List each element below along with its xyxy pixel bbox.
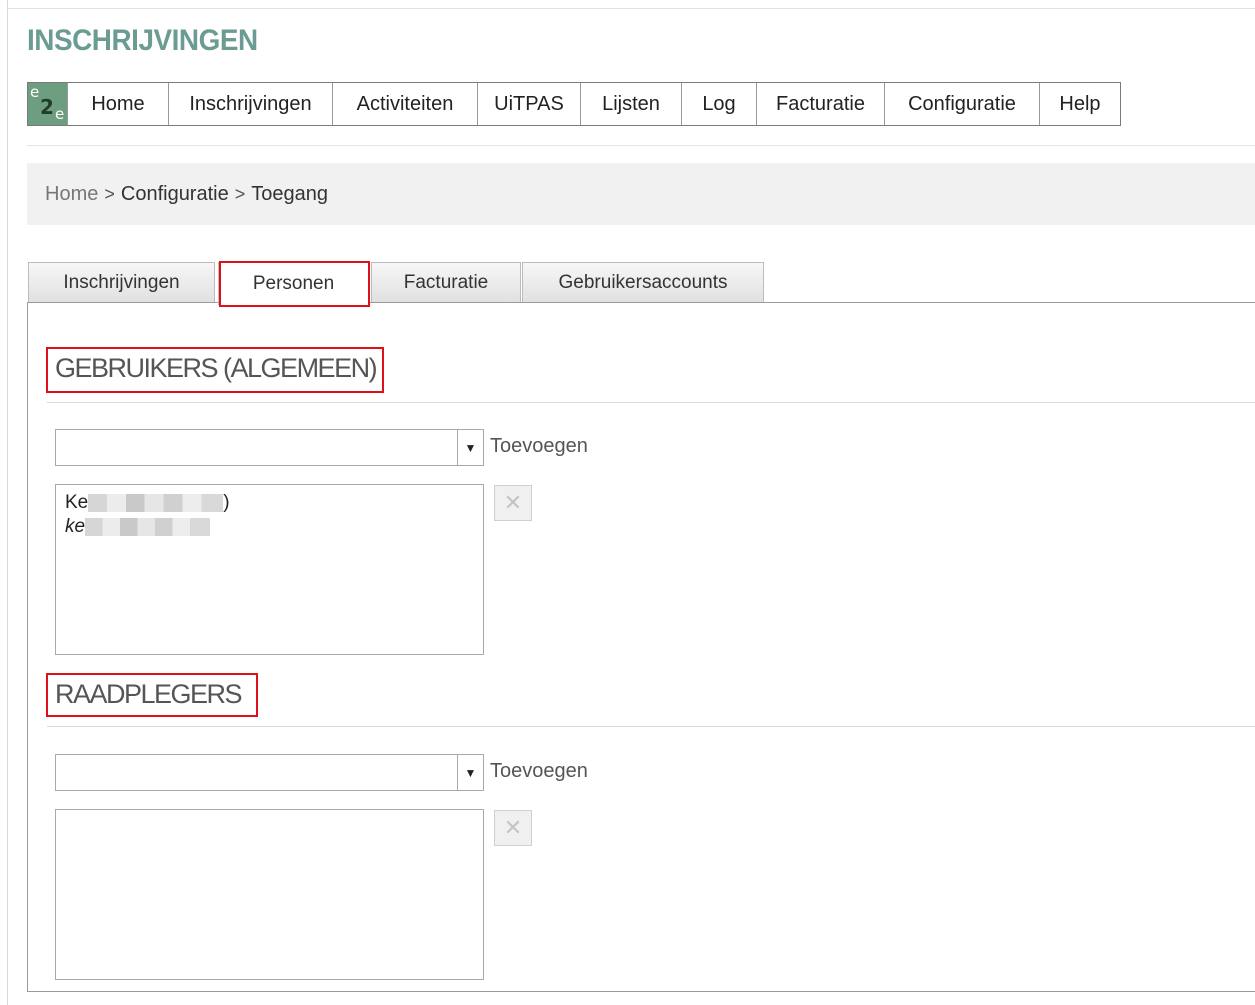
tab-gebruikersaccounts[interactable]: Gebruikersaccounts bbox=[522, 262, 764, 303]
user-name-start: Ke bbox=[65, 492, 89, 513]
page-frame-left bbox=[7, 0, 8, 1005]
menu-item-lijsten[interactable]: Lijsten bbox=[581, 83, 682, 125]
section-divider bbox=[47, 402, 1255, 403]
menu-item-facturatie[interactable]: Facturatie bbox=[757, 83, 885, 125]
dropdown-arrow[interactable]: ▼ bbox=[457, 755, 483, 790]
menu-item-help[interactable]: Help bbox=[1040, 83, 1120, 125]
tab-inschrijvingen[interactable]: Inschrijvingen bbox=[28, 262, 215, 303]
header-divider bbox=[27, 145, 1255, 146]
menu-item-inschrijvingen[interactable]: Inschrijvingen bbox=[169, 83, 333, 125]
section-divider bbox=[47, 726, 1255, 727]
breadcrumb-separator: > bbox=[234, 183, 246, 204]
user-name-end: ) bbox=[223, 492, 230, 513]
raadplegers-select[interactable]: ▼ bbox=[55, 754, 484, 791]
redacted-user-name bbox=[88, 493, 224, 512]
tab-facturatie[interactable]: Facturatie bbox=[371, 262, 521, 303]
highlight-raadplegers-title bbox=[46, 673, 258, 717]
caret-down-icon: ▼ bbox=[464, 440, 477, 455]
logo-letter-1: e bbox=[30, 83, 40, 101]
logo-letter-3: e bbox=[55, 105, 65, 123]
e2e-logo[interactable]: e 2 e bbox=[28, 83, 68, 125]
breadcrumb: Home > Configuratie > Toegang bbox=[27, 163, 1255, 225]
main-menu: e 2 e Home Inschrijvingen Activiteiten U… bbox=[27, 82, 1121, 126]
gebruikers-select[interactable]: ▼ bbox=[55, 429, 484, 466]
caret-down-icon: ▼ bbox=[464, 765, 477, 780]
raadplegers-delete-button[interactable]: ✕ bbox=[494, 810, 532, 846]
redacted-user-email bbox=[85, 517, 211, 536]
page-frame-top bbox=[7, 8, 1255, 9]
raadplegers-listbox[interactable] bbox=[55, 809, 484, 980]
breadcrumb-toegang: Toegang bbox=[251, 182, 328, 205]
close-icon: ✕ bbox=[503, 490, 523, 515]
list-item-email: ke bbox=[65, 515, 474, 539]
breadcrumb-home[interactable]: Home bbox=[45, 183, 98, 206]
user-email-start: ke bbox=[65, 516, 86, 537]
logo-letter-2: 2 bbox=[40, 95, 54, 119]
breadcrumb-configuratie[interactable]: Configuratie bbox=[121, 183, 229, 206]
menu-item-configuratie[interactable]: Configuratie bbox=[885, 83, 1040, 125]
gebruikers-delete-button[interactable]: ✕ bbox=[494, 485, 532, 521]
raadplegers-add-link[interactable]: Toevoegen bbox=[490, 760, 588, 783]
gebruikers-listbox[interactable]: Ke) ke bbox=[55, 484, 484, 655]
highlight-tab-personen bbox=[219, 261, 370, 307]
close-icon: ✕ bbox=[503, 815, 523, 840]
app-title: INSCHRIJVINGEN bbox=[27, 24, 258, 57]
highlight-gebruikers-title bbox=[46, 347, 384, 393]
menu-item-activiteiten[interactable]: Activiteiten bbox=[333, 83, 478, 125]
dropdown-arrow[interactable]: ▼ bbox=[457, 430, 483, 465]
gebruikers-add-link[interactable]: Toevoegen bbox=[490, 435, 588, 458]
breadcrumb-separator: > bbox=[104, 183, 115, 204]
menu-item-home[interactable]: Home bbox=[68, 83, 169, 125]
list-item[interactable]: Ke) bbox=[65, 491, 474, 515]
menu-item-log[interactable]: Log bbox=[682, 83, 757, 125]
menu-item-uitpas[interactable]: UiTPAS bbox=[478, 83, 581, 125]
